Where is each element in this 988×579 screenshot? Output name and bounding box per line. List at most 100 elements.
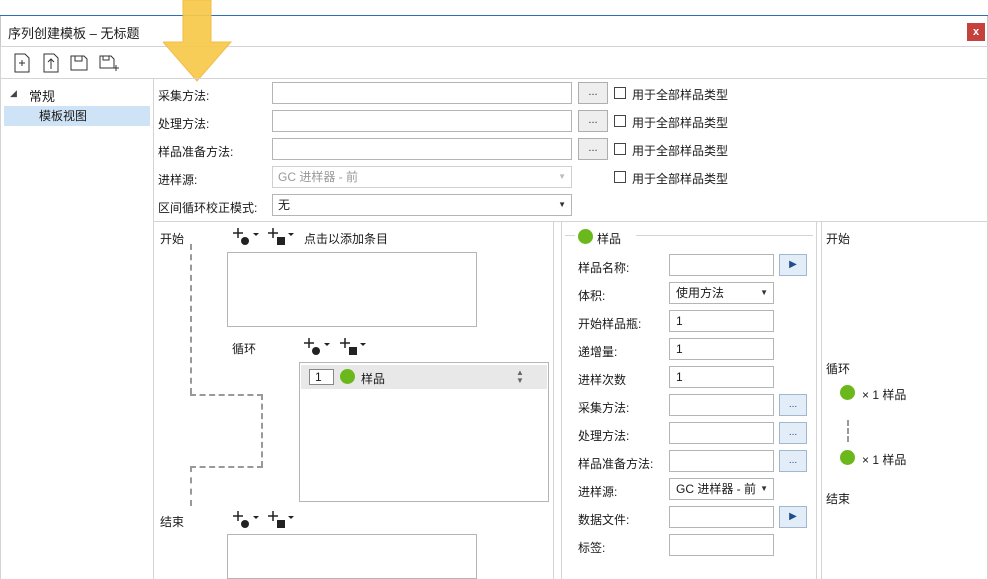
props-header-line-left [565,235,575,236]
start-item-list[interactable] [227,252,477,327]
start-section-label: 开始 [160,232,185,246]
sidebar-divider [153,79,154,579]
highlight-arrow [161,0,233,85]
toolbar-top-divider [0,46,988,47]
processing-apply-all-label: 用于全部样品类型 [632,116,729,130]
injection-source-apply-all-checkbox[interactable] [614,171,626,183]
end-item-list[interactable] [227,534,477,579]
loop-add-method-button[interactable] [338,336,368,361]
injection-source-apply-all-label: 用于全部样品类型 [632,172,729,186]
processing-field[interactable] [272,110,572,132]
form-divider [154,221,988,222]
preview-connector [847,420,849,442]
chevron-down-icon: ▼ [558,172,566,181]
end-add-method-button[interactable] [266,509,296,534]
bracket-mode-select[interactable]: 无 ▼ [272,194,572,216]
increment-field[interactable]: 1 [669,338,774,360]
injection-source-value: GC 进样器 - 前 [278,170,358,184]
bracket-mode-value: 无 [278,198,291,212]
props-left-divider [561,222,562,579]
datafile-field[interactable] [669,506,774,528]
loop-bracket-tail [190,466,192,506]
chevron-down-icon: ▼ [760,484,768,493]
reorder-icon[interactable]: ▲ ▼ [516,369,524,385]
add-item-hint: 点击以添加条目 [304,232,389,246]
props-acq-field[interactable] [669,394,774,416]
loop-bracket-bottom [190,466,263,468]
add-sample-button[interactable] [231,226,261,251]
loop-item-index[interactable]: 1 [309,369,334,385]
props-right-divider [816,222,817,579]
builder-divider [553,222,554,579]
props-proc-browse-button[interactable]: ... [779,422,807,444]
preview-start-label: 开始 [826,232,851,246]
title-bar [0,16,988,46]
preview-left-divider [821,222,822,579]
sample-prep-apply-all-checkbox[interactable] [614,143,626,155]
sample-dot-icon [840,385,855,400]
datafile-play-button[interactable]: ▶ [779,506,807,528]
props-prep-browse-button[interactable]: ... [779,450,807,472]
props-proc-label: 处理方法: [578,429,630,443]
acquisition-field[interactable] [272,82,572,104]
preview-loop-label: 循环 [826,362,851,376]
loop-section-label: 循环 [232,342,257,356]
volume-value: 使用方法 [676,286,725,300]
window-title: 序列创建模板 – 无标题 [8,26,140,41]
loop-bracket-left [190,244,192,394]
sample-dot-icon [578,229,593,244]
sample-dot-icon [340,369,355,384]
start-vial-field[interactable]: 1 [669,310,774,332]
props-acq-label: 采集方法: [578,401,630,415]
sample-name-field[interactable] [669,254,774,276]
processing-label: 处理方法: [158,117,210,131]
volume-select[interactable]: 使用方法 ▼ [669,282,774,304]
props-header-line-right [636,235,813,236]
acquisition-apply-all-checkbox[interactable] [614,87,626,99]
sample-name-label: 样品名称: [578,261,630,275]
sample-prep-field[interactable] [272,138,572,160]
increment-label: 递增量: [578,345,618,359]
new-icon[interactable] [12,53,32,73]
injections-field[interactable]: 1 [669,366,774,388]
end-add-sample-button[interactable] [231,509,261,534]
collapse-icon[interactable]: ◢ [10,88,17,99]
sample-dot-icon [840,450,855,465]
chevron-down-icon: ▼ [760,288,768,297]
sample-name-play-button[interactable]: ▶ [779,254,807,276]
tag-label: 标签: [578,541,606,555]
loop-add-sample-button[interactable] [302,336,332,361]
save-as-icon[interactable] [98,53,119,73]
props-source-value: GC 进样器 - 前 [676,482,756,496]
import-icon[interactable] [41,53,61,73]
tag-field[interactable] [669,534,774,556]
injection-source-select: GC 进样器 - 前 ▼ [272,166,572,188]
props-header: 样品 [597,232,622,246]
processing-apply-all-checkbox[interactable] [614,115,626,127]
preview-item-1: × 1 样品 [862,388,907,402]
preview-item-2: × 1 样品 [862,453,907,467]
start-vial-label: 开始样品瓶: [578,317,642,331]
acquisition-browse-button[interactable]: ... [578,82,608,104]
tree-item-template-view[interactable]: 模板视图 [4,106,150,126]
save-icon[interactable] [69,53,89,73]
sample-prep-browse-button[interactable]: ... [578,138,608,160]
injections-label: 进样次数 [578,373,627,387]
close-button[interactable]: x [967,23,985,41]
props-prep-field[interactable] [669,450,774,472]
processing-browse-button[interactable]: ... [578,110,608,132]
toolbar-bottom-divider [0,78,988,79]
acquisition-label: 采集方法: [158,89,210,103]
datafile-label: 数据文件: [578,513,630,527]
loop-item-row[interactable] [301,365,547,389]
add-method-button[interactable] [266,226,296,251]
props-source-select[interactable]: GC 进样器 - 前 ▼ [669,478,774,500]
end-section-label: 结束 [160,515,185,529]
props-proc-field[interactable] [669,422,774,444]
tree-root-general[interactable]: 常规 [29,86,55,105]
sample-prep-label: 样品准备方法: [158,145,234,159]
injection-source-label: 进样源: [158,173,198,187]
props-acq-browse-button[interactable]: ... [779,394,807,416]
window-left-border [0,46,1,579]
loop-bracket-top [190,394,263,396]
